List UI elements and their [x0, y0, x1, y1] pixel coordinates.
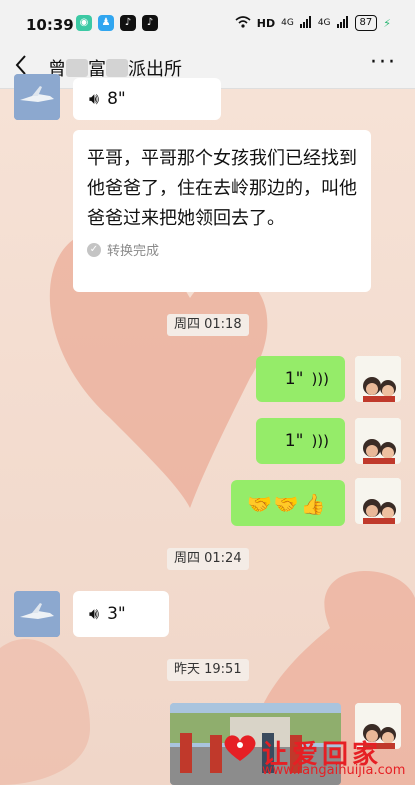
battery-indicator: 87: [354, 15, 378, 31]
chat-title-part: 派出所: [128, 59, 182, 80]
conversion-label: 转换完成: [107, 244, 160, 259]
more-options-icon[interactable]: ···: [370, 50, 397, 75]
signal-bars-icon: [299, 15, 312, 31]
voice-message-bubble[interactable]: 1" ))): [256, 418, 345, 464]
signal-bars-icon: [336, 15, 349, 31]
voice-message-bubble[interactable]: 🔊︎ 3": [73, 591, 169, 637]
voice-message-bubble[interactable]: 1" ))): [256, 356, 345, 402]
conversion-status: ✓ 转换完成: [73, 240, 371, 259]
tiktok-icon: ♪: [120, 15, 136, 31]
contact-avatar[interactable]: [14, 591, 60, 637]
my-avatar[interactable]: [355, 356, 401, 402]
heart-logo-icon: [224, 735, 256, 761]
signal-icon: 4G: [281, 18, 294, 28]
voice-message-bubble[interactable]: 🔊︎ 8": [73, 78, 221, 120]
my-avatar[interactable]: [355, 478, 401, 524]
message-text: 平哥，平哥那个女孩我们已经找到他爸爸了，住在去岭那边的，叫他爸爸过来把她领回去了…: [87, 148, 357, 229]
timestamp: 昨天 19:51: [167, 659, 249, 681]
redacted-text: [106, 59, 128, 77]
status-indicators: HD 4G 4G 87 ⚡: [235, 15, 391, 31]
voice-wave-icon: ))): [311, 370, 329, 388]
voice-wave-icon: 🔊︎: [89, 604, 100, 623]
charging-icon: ⚡: [383, 16, 391, 30]
voice-duration: 3": [107, 604, 126, 624]
voice-duration: 1": [284, 369, 304, 389]
app-notification-icon: ◉: [76, 15, 92, 31]
status-bar: 10:39 ◉ ♟ ♪ ♪ HD 4G 4G 87 ⚡: [0, 0, 415, 46]
signal-icon: 4G: [317, 18, 331, 28]
emoji-message-bubble[interactable]: 🤝🤝👍: [231, 480, 345, 526]
my-avatar[interactable]: [355, 418, 401, 464]
check-icon: ✓: [87, 242, 101, 257]
redacted-text: [66, 59, 88, 77]
text-message-bubble[interactable]: 平哥，平哥那个女孩我们已经找到他爸爸了，住在去岭那边的，叫他爸爸过来把她领回去了…: [73, 130, 371, 292]
wifi-icon: [235, 15, 251, 31]
voice-wave-icon: 🔊︎: [89, 89, 100, 108]
voice-duration: 8": [107, 89, 126, 109]
voice-wave-icon: ))): [311, 432, 329, 450]
timestamp: 周四 01:18: [167, 314, 249, 336]
status-time: 10:39: [26, 16, 74, 34]
chat-title-part: 富: [88, 59, 106, 80]
watermark-url: www.rangaihuijia.com: [262, 763, 406, 778]
status-app-icons: ◉ ♟ ♪ ♪: [76, 15, 158, 31]
voice-duration: 1": [284, 431, 304, 451]
timestamp: 周四 01:24: [167, 548, 249, 570]
qq-icon: ♟: [98, 15, 114, 31]
tiktok-icon: ♪: [142, 15, 158, 31]
emoji-content: 🤝🤝👍: [247, 492, 328, 516]
contact-avatar[interactable]: [14, 74, 60, 120]
hd-label: HD: [256, 16, 276, 30]
